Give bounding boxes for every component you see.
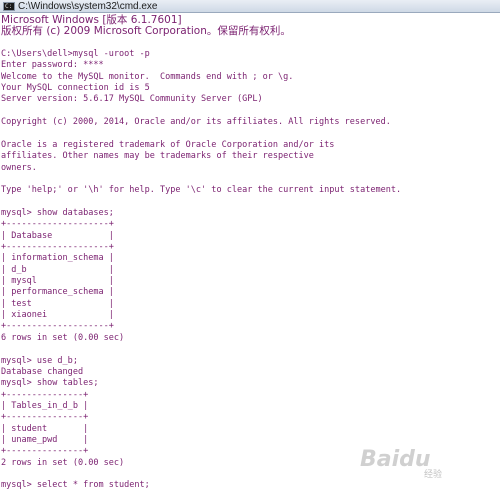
console-line: Copyright (c) 2000, 2014, Oracle and/or … <box>1 117 391 128</box>
console-line: owners. <box>1 162 37 173</box>
console-line: affiliates. Other names may be trademark… <box>1 151 314 162</box>
console-line: | student | <box>1 423 89 434</box>
window-title: C:\Windows\system32\cmd.exe <box>18 1 158 12</box>
cmd-window: C: C:\Windows\system32\cmd.exe Microsoft… <box>0 0 500 493</box>
console-line: Oracle is a registered trademark of Orac… <box>1 139 335 150</box>
console-line: Welcome to the MySQL monitor. Commands e… <box>1 71 294 82</box>
console-line: 6 rows in set (0.00 sec) <box>1 332 125 343</box>
cmd-icon: C: <box>3 2 15 11</box>
console-line: | d_b | <box>1 264 114 275</box>
console-line: +---------------+ <box>1 446 89 457</box>
console-line: Server version: 5.6.17 MySQL Community S… <box>1 94 263 105</box>
console-line: | xiaonei | <box>1 310 114 321</box>
console-line: | test | <box>1 298 114 309</box>
console-line: C:\Users\dell>mysql -uroot -p <box>1 49 150 60</box>
console-line: | mysql | <box>1 276 114 287</box>
console-line: Database changed <box>1 366 84 377</box>
console-line: 2 rows in set (0.00 sec) <box>1 457 125 468</box>
console-line: | uname_pwd | <box>1 434 89 445</box>
console-line: mysql> select * from student; <box>1 480 150 491</box>
title-bar[interactable]: C: C:\Windows\system32\cmd.exe <box>0 0 500 13</box>
console-line: +--------------------+ <box>1 321 114 332</box>
console-line: Type 'help;' or '\h' for help. Type '\c'… <box>1 185 402 196</box>
console-output[interactable]: Microsoft Windows [版本 6.1.7601] 版权所有 (c) … <box>0 13 500 493</box>
console-line: mysql> use d_b; <box>1 355 78 366</box>
console-line: | Database | <box>1 230 114 241</box>
console-line: | Tables_in_d_b | <box>1 400 89 411</box>
console-line: 版权所有 (c) 2009 Microsoft Corporation。保留所有… <box>1 25 291 38</box>
console-line: | information_schema | <box>1 253 114 264</box>
console-line: +---------------+ <box>1 389 89 400</box>
console-line: mysql> show databases; <box>1 207 114 218</box>
console-line: Your MySQL connection id is 5 <box>1 83 150 94</box>
console-line: +---------------+ <box>1 412 89 423</box>
console-line: +--------------------+ <box>1 219 114 230</box>
console-line: mysql> show tables; <box>1 378 99 389</box>
console-line: Enter password: **** <box>1 60 104 71</box>
console-line: | performance_schema | <box>1 287 114 298</box>
console-line: +--------------------+ <box>1 242 114 252</box>
